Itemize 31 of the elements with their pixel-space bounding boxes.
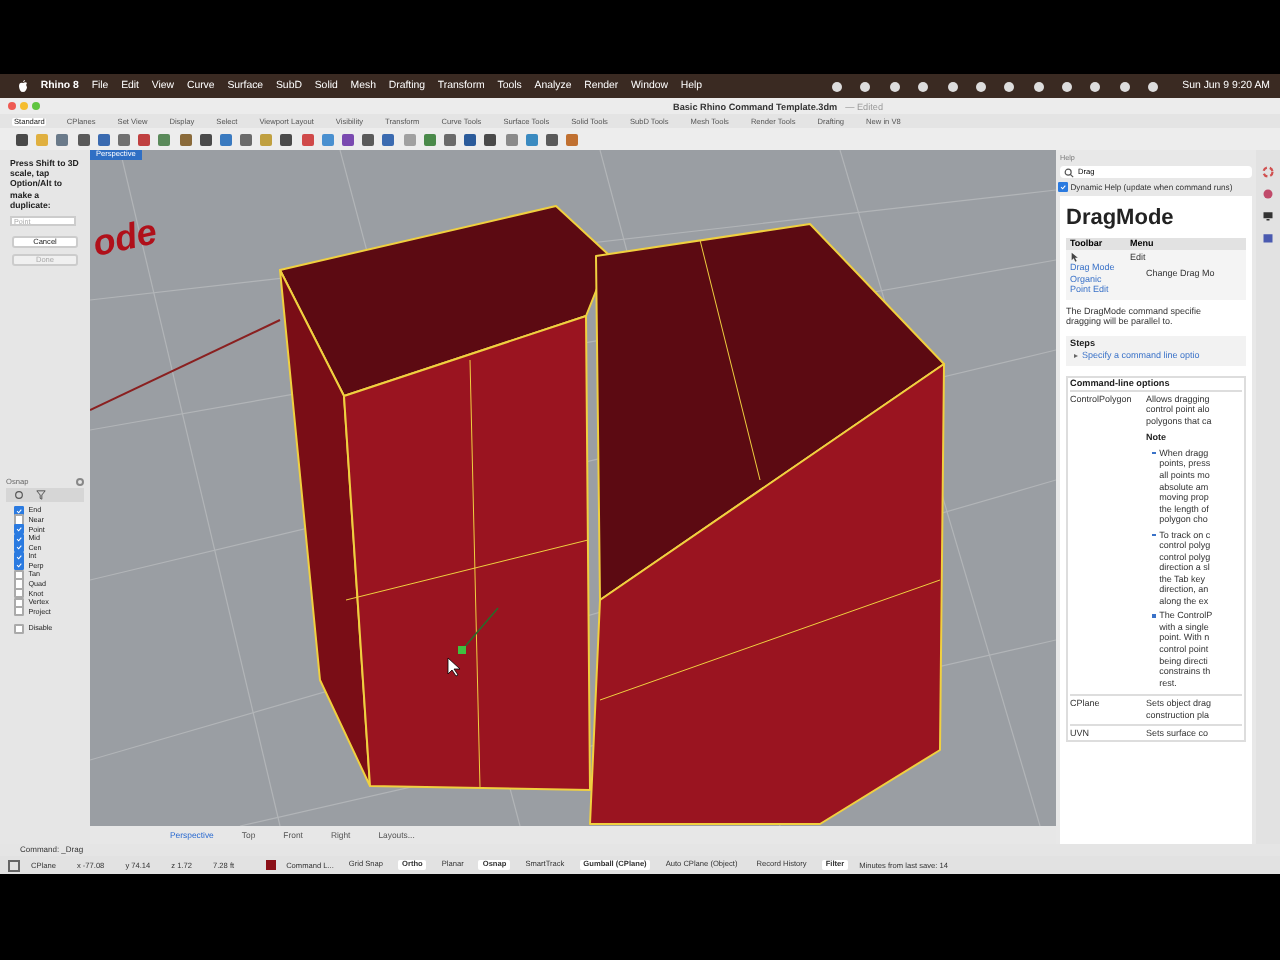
status-icon[interactable] [1033, 81, 1044, 91]
status-icon[interactable] [831, 81, 842, 91]
color-wheel-icon[interactable] [1262, 166, 1274, 178]
panel-toggle-icon[interactable] [8, 859, 20, 871]
checkbox[interactable] [14, 623, 25, 635]
status-icon[interactable] [947, 81, 958, 91]
status-icon[interactable] [1062, 81, 1073, 91]
help-heading: DragMode [1066, 206, 1176, 232]
status-icon[interactable] [1090, 81, 1101, 91]
filter-icon[interactable] [36, 490, 46, 501]
status-icon[interactable] [1004, 81, 1015, 91]
status-icon[interactable] [975, 81, 986, 91]
viewport-text: ode [90, 211, 161, 264]
monitor-icon[interactable] [1262, 210, 1274, 222]
status-icon[interactable] [1148, 81, 1159, 91]
gumball-handle-icon[interactable] [458, 607, 499, 654]
cursor-icon [447, 657, 461, 677]
target-icon[interactable] [14, 490, 24, 501]
status-icon[interactable] [860, 81, 871, 91]
layer-color-swatch[interactable] [265, 860, 276, 870]
status-icon[interactable] [889, 81, 900, 91]
box-model-drawing[interactable] [279, 205, 945, 825]
apple-icon[interactable] [18, 80, 28, 92]
checkbox[interactable] [1058, 181, 1069, 193]
close-button[interactable] [8, 102, 16, 110]
checkbox[interactable] [14, 606, 25, 617]
status-icon[interactable] [918, 81, 929, 91]
gear-icon[interactable] [75, 477, 84, 487]
search-icon [1064, 167, 1074, 177]
status-icon[interactable] [1119, 81, 1130, 91]
cursor-arrow-icon [1070, 252, 1080, 262]
